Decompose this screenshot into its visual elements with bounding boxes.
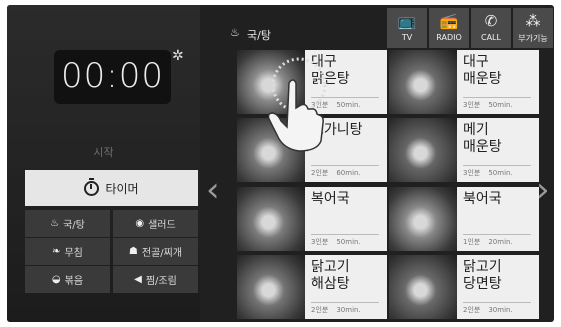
category-label: 샐러드 [148, 220, 176, 231]
recipe-card[interactable]: 닭고기 당면탕 2인분 30min. [389, 255, 539, 319]
category-button[interactable]: ❧ 무침 [25, 238, 110, 265]
recipe-time: 50min. [488, 101, 513, 109]
category-button[interactable]: ☗ 전골/찌개 [113, 238, 198, 265]
timer-display: 00:00 [54, 50, 171, 104]
category-button[interactable]: ♨ 국/탕 [25, 210, 110, 237]
recipe-photo [389, 255, 459, 319]
recipe-name: 북어국 [463, 191, 502, 207]
recipe-photo [389, 50, 459, 114]
recipe-card[interactable]: 복어국 3인분 50min. [237, 187, 387, 251]
recipe-servings: 1인분 [463, 238, 481, 246]
timer-value: 00:00 [61, 56, 164, 96]
recipe-card[interactable]: 대구 매운탕 3인분 50min. [389, 50, 539, 114]
recipe-card[interactable]: 메기 매운탕 3인분 50min. [389, 118, 539, 182]
recipe-name: 대구 매운탕 [463, 54, 502, 87]
category-label: 전골/찌개 [141, 248, 183, 259]
top-button-label: TV [401, 33, 413, 42]
top-button-label: CALL [481, 33, 501, 42]
page-title: 국/탕 [247, 29, 271, 42]
phone-icon: ✆ [484, 12, 498, 30]
recipe-panel: ♨ 국/탕 📺 TV 📻 RADIO ✆ CALL ⁂ 부가기능 ‹ › 대구 맑은탕 3인분 5… [200, 5, 554, 322]
recipe-name: 메기 매운탕 [463, 122, 502, 155]
top-button[interactable]: 📻 RADIO [429, 8, 469, 48]
top-button[interactable]: 📺 TV [387, 8, 427, 48]
timer-button[interactable]: 타이머 [25, 170, 198, 206]
radio-icon: 📻 [439, 12, 459, 30]
recipe-servings: 3인분 [311, 238, 329, 246]
recipe-servings: 2인분 [311, 169, 329, 177]
recipe-time: 50min. [336, 101, 361, 109]
top-button-label: RADIO [436, 33, 462, 42]
recipe-servings: 2인분 [311, 306, 329, 314]
category-label: 무침 [64, 248, 83, 259]
soup-bowl-icon: ♨ [230, 26, 240, 39]
fish-icon: ◀ [134, 274, 142, 285]
recipe-photo [389, 118, 459, 182]
stopwatch-icon [84, 177, 100, 196]
category-label: 볶음 [64, 276, 84, 287]
gear-icon[interactable]: ✲ [172, 49, 186, 63]
touch-hand-icon [267, 57, 327, 152]
recipe-card[interactable]: 닭고기 해삼탕 2인분 30min. [237, 255, 387, 319]
category-button[interactable]: ◒ 볶음 [25, 266, 110, 293]
recipe-servings: 3인분 [463, 101, 481, 109]
category-menu: ♨ 국/탕 ◉ 샐러드 ❧ 무침 ☗ 전골/찌개 ◒ 볶음 ◀ 찜/조림 [25, 210, 198, 322]
vegetable-icon: ❧ [52, 246, 61, 257]
recipe-photo [237, 255, 307, 319]
recipe-photo [237, 187, 307, 251]
top-button[interactable]: ⁂ 부가기능 [513, 8, 553, 48]
category-button[interactable]: ◉ 샐러드 [113, 210, 198, 237]
stir-fry-pan-icon: ◒ [51, 274, 61, 285]
timer-button-label: 타이머 [105, 181, 139, 196]
recipe-time: 60min. [336, 169, 361, 177]
cooktop-screen: 00:00 ✲ 시작 타이머 ♨ 국/탕 ◉ 샐러드 ❧ 무침 ☗ 전골/찌개 ◒ 볶음 ◀ 찜/조림… [7, 5, 554, 322]
recipe-time: 30min. [488, 306, 513, 314]
hot-pot-icon: ☗ [128, 246, 138, 257]
recipe-name: 복어국 [311, 191, 350, 207]
soup-bowl-icon: ♨ [50, 218, 60, 229]
category-button[interactable]: ◀ 찜/조림 [113, 266, 198, 293]
recipe-time: 30min. [336, 306, 361, 314]
recipe-name: 닭고기 해삼탕 [311, 259, 350, 292]
recipe-servings: 2인분 [463, 306, 481, 314]
recipe-servings: 3인분 [463, 169, 481, 177]
recipe-time: 50min. [336, 238, 361, 246]
top-button[interactable]: ✆ CALL [471, 8, 511, 48]
tv-icon: 📺 [397, 12, 417, 30]
recipe-name: 닭고기 당면탕 [463, 259, 502, 292]
recipe-time: 50min. [488, 169, 513, 177]
category-label: 국/탕 [63, 220, 85, 231]
left-panel: 00:00 ✲ 시작 타이머 ♨ 국/탕 ◉ 샐러드 ❧ 무침 ☗ 전골/찌개 ◒ 볶음 ◀ 찜/조림 [7, 5, 200, 322]
recipe-photo [389, 187, 459, 251]
category-label: 찜/조림 [145, 276, 177, 287]
top-button-label: 부가기능 [518, 34, 548, 43]
recipe-card[interactable]: 북어국 1인분 20min. [389, 187, 539, 251]
start-label[interactable]: 시작 [7, 144, 200, 160]
salad-plate-icon: ◉ [135, 218, 145, 229]
extra-functions-icon: ⁂ [525, 12, 541, 30]
prev-page-arrow-icon[interactable]: ‹ [206, 173, 220, 207]
recipe-time: 20min. [488, 238, 513, 246]
